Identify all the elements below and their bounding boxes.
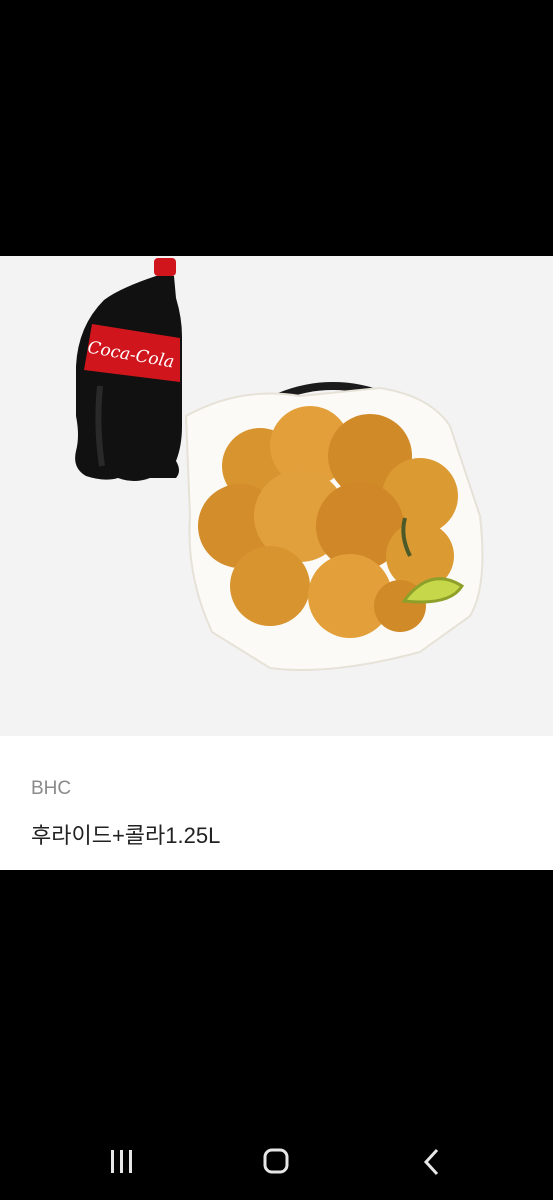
top-dark-area <box>0 0 553 256</box>
chicken-basket-illustration <box>184 382 484 671</box>
cola-bottle-illustration: Coca-Cola <box>75 258 182 481</box>
recent-apps-icon[interactable] <box>102 1142 142 1182</box>
product-card[interactable]: Coca-Cola BHC 후라이드+콜라1.25L <box>0 256 553 870</box>
brand-name: BHC <box>31 778 72 799</box>
system-navigation-bar <box>0 1120 553 1200</box>
product-title: 후라이드+콜라1.25L <box>31 823 221 848</box>
product-image[interactable]: Coca-Cola <box>0 256 553 736</box>
home-icon[interactable] <box>256 1142 296 1182</box>
back-icon[interactable] <box>412 1142 452 1182</box>
